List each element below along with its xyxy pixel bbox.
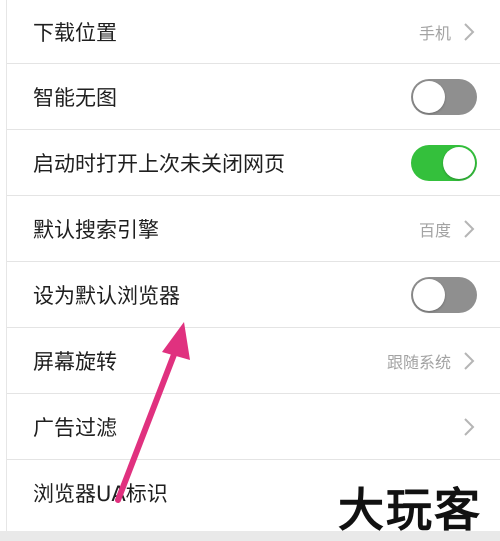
toggle-knob	[413, 278, 445, 311]
setting-label: 屏幕旋转	[33, 349, 117, 374]
toggle-switch[interactable]	[411, 276, 477, 313]
setting-row-ad-filter[interactable]: 广告过滤	[7, 394, 500, 460]
setting-value: 跟随系统	[386, 352, 451, 372]
setting-control: 百度	[419, 217, 477, 241]
chevron-right-icon	[461, 416, 477, 438]
setting-row-smart-no-image: 智能无图	[7, 64, 500, 130]
setting-control	[411, 276, 477, 313]
setting-value: 百度	[418, 220, 451, 240]
setting-control	[411, 78, 477, 115]
chevron-right-icon	[461, 350, 477, 372]
toggle-knob	[443, 146, 475, 179]
toggle-switch[interactable]	[411, 78, 477, 115]
setting-row-screen-rotation[interactable]: 屏幕旋转 跟随系统	[7, 328, 500, 394]
setting-row-restore-pages: 启动时打开上次未关闭网页	[7, 130, 500, 196]
setting-label: 设为默认浏览器	[33, 283, 180, 308]
setting-label: 默认搜索引擎	[33, 217, 159, 242]
setting-row-download-location[interactable]: 下载位置 手机	[7, 0, 500, 64]
toggle-switch[interactable]	[411, 144, 477, 181]
setting-control: 手机	[419, 20, 477, 44]
watermark-logo-text: 大玩客	[338, 483, 482, 537]
setting-control: 跟随系统	[387, 349, 477, 373]
setting-label: 启动时打开上次未关闭网页	[33, 151, 285, 176]
setting-label: 下载位置	[33, 20, 117, 45]
setting-value: 手机	[418, 23, 451, 43]
setting-label: 浏览器UA标识	[33, 482, 168, 506]
chevron-right-icon	[461, 218, 477, 240]
setting-control	[461, 416, 477, 438]
toggle-knob	[413, 80, 445, 113]
setting-label: 广告过滤	[33, 415, 117, 440]
setting-control	[411, 144, 477, 181]
setting-row-default-search-engine[interactable]: 默认搜索引擎 百度	[7, 196, 500, 262]
settings-list: 下载位置 手机 智能无图 启动时打开上次未关闭网页 默认搜索引擎 百度 设为默认…	[6, 0, 500, 541]
setting-label: 智能无图	[33, 85, 117, 110]
chevron-right-icon	[461, 21, 477, 43]
setting-row-set-default-browser: 设为默认浏览器	[7, 262, 500, 328]
